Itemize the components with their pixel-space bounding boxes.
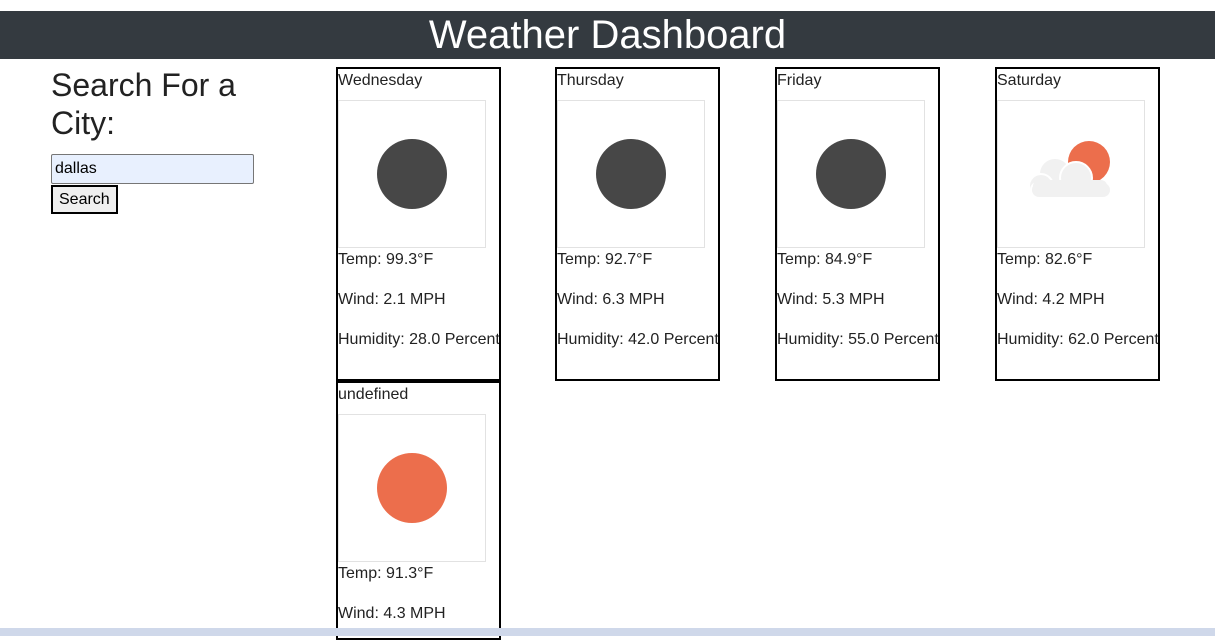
- clear-night-icon: [777, 100, 925, 248]
- forecast-day: Friday: [777, 72, 822, 89]
- search-button[interactable]: Search: [51, 185, 118, 214]
- browser-bottom-bar: [0, 628, 1215, 636]
- header-bar: Weather Dashboard: [0, 11, 1215, 59]
- forecast-wind: Wind: 6.3 MPH: [557, 291, 665, 308]
- forecast-temp: Temp: 99.3°F: [338, 251, 434, 268]
- forecast-temp: Temp: 82.6°F: [997, 251, 1093, 268]
- forecast-wind: Wind: 4.3 MPH: [338, 605, 446, 622]
- forecast-card-saturday: Saturday Temp: 82.6°F Wind: 4.2 MPH Humi…: [995, 67, 1160, 381]
- forecast-card-undefined: undefined Temp: 91.3°F Wind: 4.3 MPH: [336, 380, 501, 640]
- partly-cloudy-day-icon: [997, 100, 1145, 248]
- city-search-input[interactable]: [51, 154, 254, 184]
- forecast-day: Saturday: [997, 72, 1062, 89]
- search-panel: Search For a City: Search: [51, 66, 291, 214]
- forecast-card-wednesday: Wednesday Temp: 99.3°F Wind: 2.1 MPH Hum…: [336, 67, 501, 381]
- forecast-humidity: Humidity: 28.0 Percent: [338, 331, 500, 348]
- forecast-day: Thursday: [557, 72, 624, 89]
- clear-day-icon: [338, 414, 486, 562]
- forecast-card-thursday: Thursday Temp: 92.7°F Wind: 6.3 MPH Humi…: [555, 67, 720, 381]
- clear-night-icon: [338, 100, 486, 248]
- page-title: Weather Dashboard: [428, 13, 787, 57]
- forecast-temp: Temp: 92.7°F: [557, 251, 653, 268]
- clear-night-icon: [557, 100, 705, 248]
- forecast-day: Wednesday: [338, 72, 423, 89]
- forecast-humidity: Humidity: 55.0 Percent: [777, 331, 939, 348]
- forecast-temp: Temp: 84.9°F: [777, 251, 873, 268]
- forecast-wind: Wind: 4.2 MPH: [997, 291, 1105, 308]
- forecast-humidity: Humidity: 42.0 Percent: [557, 331, 719, 348]
- search-title: Search For a City:: [51, 67, 236, 141]
- forecast-card-friday: Friday Temp: 84.9°F Wind: 5.3 MPH Humidi…: [775, 67, 940, 381]
- forecast-temp: Temp: 91.3°F: [338, 565, 434, 582]
- forecast-wind: Wind: 2.1 MPH: [338, 291, 446, 308]
- forecast-humidity: Humidity: 62.0 Percent: [997, 331, 1159, 348]
- forecast-wind: Wind: 5.3 MPH: [777, 291, 885, 308]
- forecast-day: undefined: [338, 386, 409, 403]
